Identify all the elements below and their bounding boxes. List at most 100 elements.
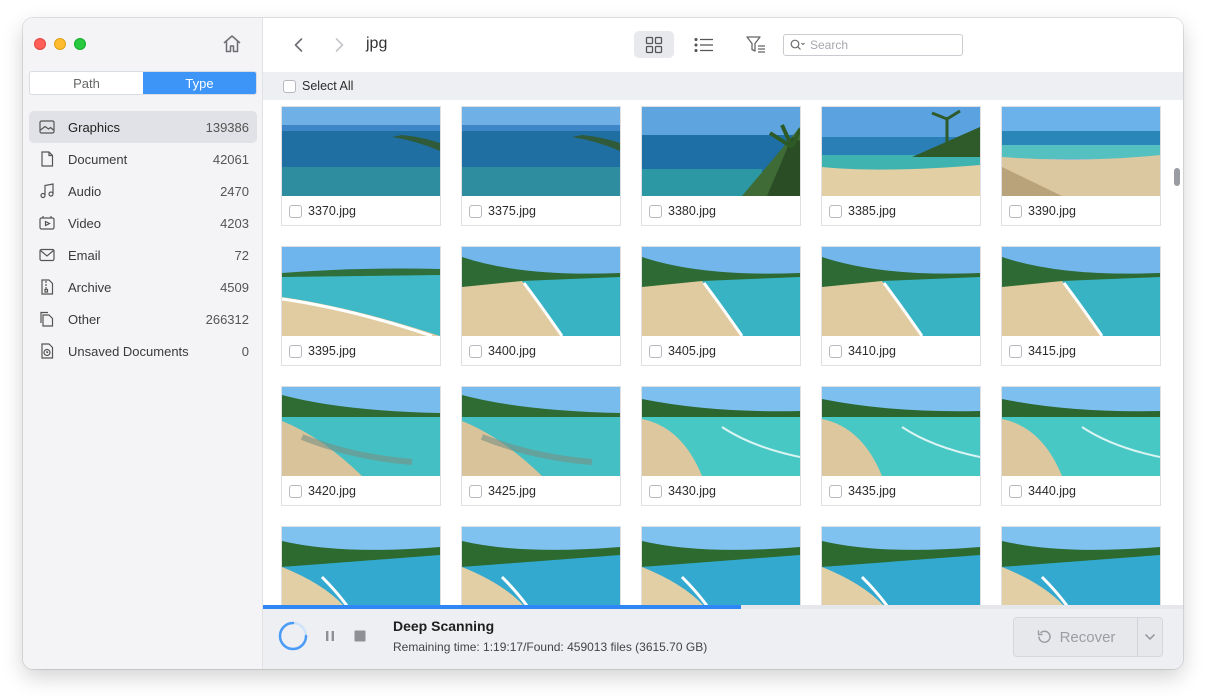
file-checkbox[interactable] [289, 204, 302, 218]
file-tile[interactable]: 3395.jpg [281, 246, 441, 366]
file-tile[interactable]: 3410.jpg [821, 246, 981, 366]
file-checkbox[interactable] [649, 484, 662, 498]
file-thumbnail[interactable] [642, 527, 800, 605]
file-thumbnail[interactable] [642, 387, 800, 476]
category-label: Document [68, 151, 128, 167]
file-name: 3410.jpg [848, 344, 896, 358]
category-document[interactable]: Document 42061 [29, 143, 257, 175]
file-checkbox[interactable] [289, 344, 302, 358]
file-checkbox[interactable] [469, 484, 482, 498]
minimize-window-button[interactable] [54, 38, 66, 50]
file-tile[interactable]: 3390.jpg [1001, 106, 1161, 226]
file-checkbox[interactable] [1009, 484, 1022, 498]
file-tile[interactable] [461, 526, 621, 605]
file-tile[interactable]: 3420.jpg [281, 386, 441, 506]
tab-type[interactable]: Type [143, 72, 256, 94]
file-checkbox[interactable] [1009, 344, 1022, 358]
back-icon[interactable] [289, 35, 309, 55]
category-label: Video [68, 215, 102, 231]
forward-icon[interactable] [329, 35, 349, 55]
file-checkbox[interactable] [829, 484, 842, 498]
file-tile[interactable]: 3435.jpg [821, 386, 981, 506]
file-name: 3380.jpg [668, 204, 716, 218]
file-tile[interactable]: 3400.jpg [461, 246, 621, 366]
scan-status-title: Deep Scanning [393, 618, 495, 634]
recover-options-dropdown[interactable] [1138, 618, 1162, 656]
stop-icon[interactable] [353, 629, 367, 643]
file-tile[interactable] [281, 526, 441, 605]
file-checkbox[interactable] [649, 204, 662, 218]
list-view-button[interactable] [684, 31, 724, 58]
file-tile[interactable] [641, 526, 801, 605]
file-tile[interactable]: 3440.jpg [1001, 386, 1161, 506]
file-name-row: 3430.jpg [649, 484, 716, 498]
file-name: 3400.jpg [488, 344, 536, 358]
file-tile[interactable]: 3430.jpg [641, 386, 801, 506]
file-checkbox[interactable] [829, 204, 842, 218]
file-tile[interactable]: 3370.jpg [281, 106, 441, 226]
file-tile[interactable] [1001, 526, 1161, 605]
file-thumbnail[interactable] [462, 387, 620, 476]
file-thumbnail[interactable] [282, 527, 440, 605]
grid-view-button[interactable] [634, 31, 674, 58]
file-tile[interactable]: 3415.jpg [1001, 246, 1161, 366]
search-box[interactable] [783, 34, 963, 56]
file-tile[interactable]: 3375.jpg [461, 106, 621, 226]
file-thumbnail[interactable] [1002, 527, 1160, 605]
category-other[interactable]: Other 266312 [29, 303, 257, 335]
file-tile[interactable] [821, 526, 981, 605]
file-thumbnail[interactable] [642, 107, 800, 196]
file-name-row: 3410.jpg [829, 344, 896, 358]
file-thumbnail[interactable] [462, 527, 620, 605]
category-archive[interactable]: Archive 4509 [29, 271, 257, 303]
file-checkbox[interactable] [469, 344, 482, 358]
file-name: 3430.jpg [668, 484, 716, 498]
recover-button[interactable]: Recover [1014, 618, 1138, 656]
category-email[interactable]: Email 72 [29, 239, 257, 271]
select-all-label[interactable]: Select All [302, 79, 353, 93]
file-thumbnail[interactable] [462, 107, 620, 196]
file-tile[interactable]: 3385.jpg [821, 106, 981, 226]
category-count: 72 [234, 247, 249, 263]
select-all-checkbox[interactable] [283, 79, 296, 93]
file-tile[interactable]: 3425.jpg [461, 386, 621, 506]
tab-path[interactable]: Path [30, 72, 143, 94]
scan-status-detail: Remaining time: 1:19:17/Found: 459013 fi… [393, 640, 708, 654]
file-tile[interactable]: 3405.jpg [641, 246, 801, 366]
file-checkbox[interactable] [289, 484, 302, 498]
file-thumbnail[interactable] [462, 247, 620, 336]
pause-icon[interactable] [323, 629, 337, 643]
close-window-button[interactable] [34, 38, 46, 50]
file-thumbnail[interactable] [1002, 107, 1160, 196]
file-checkbox[interactable] [1009, 204, 1022, 218]
image-icon [38, 118, 56, 136]
category-graphics[interactable]: Graphics 139386 [29, 111, 257, 143]
scrollbar-thumb[interactable] [1174, 168, 1180, 186]
category-audio[interactable]: Audio 2470 [29, 175, 257, 207]
filter-icon[interactable] [744, 33, 768, 57]
file-thumbnail[interactable] [282, 247, 440, 336]
category-count: 2470 [220, 183, 249, 199]
file-thumbnail[interactable] [822, 527, 980, 605]
scrollbar[interactable] [1172, 100, 1183, 605]
app-window: Path Type Graphics 139386 Document 42061 [23, 18, 1183, 669]
file-thumbnail[interactable] [642, 247, 800, 336]
file-thumbnail[interactable] [282, 387, 440, 476]
file-thumbnail[interactable] [1002, 387, 1160, 476]
home-icon[interactable] [220, 32, 244, 56]
zoom-window-button[interactable] [74, 38, 86, 50]
file-name: 3385.jpg [848, 204, 896, 218]
search-input[interactable] [810, 38, 950, 52]
file-thumbnail[interactable] [822, 387, 980, 476]
sidebar: Path Type Graphics 139386 Document 42061 [23, 18, 263, 669]
file-checkbox[interactable] [829, 344, 842, 358]
file-thumbnail[interactable] [822, 247, 980, 336]
file-checkbox[interactable] [469, 204, 482, 218]
file-tile[interactable]: 3380.jpg [641, 106, 801, 226]
file-thumbnail[interactable] [822, 107, 980, 196]
file-thumbnail[interactable] [282, 107, 440, 196]
file-thumbnail[interactable] [1002, 247, 1160, 336]
file-checkbox[interactable] [649, 344, 662, 358]
category-unsaved-documents[interactable]: Unsaved Documents 0 [29, 335, 257, 367]
category-video[interactable]: Video 4203 [29, 207, 257, 239]
